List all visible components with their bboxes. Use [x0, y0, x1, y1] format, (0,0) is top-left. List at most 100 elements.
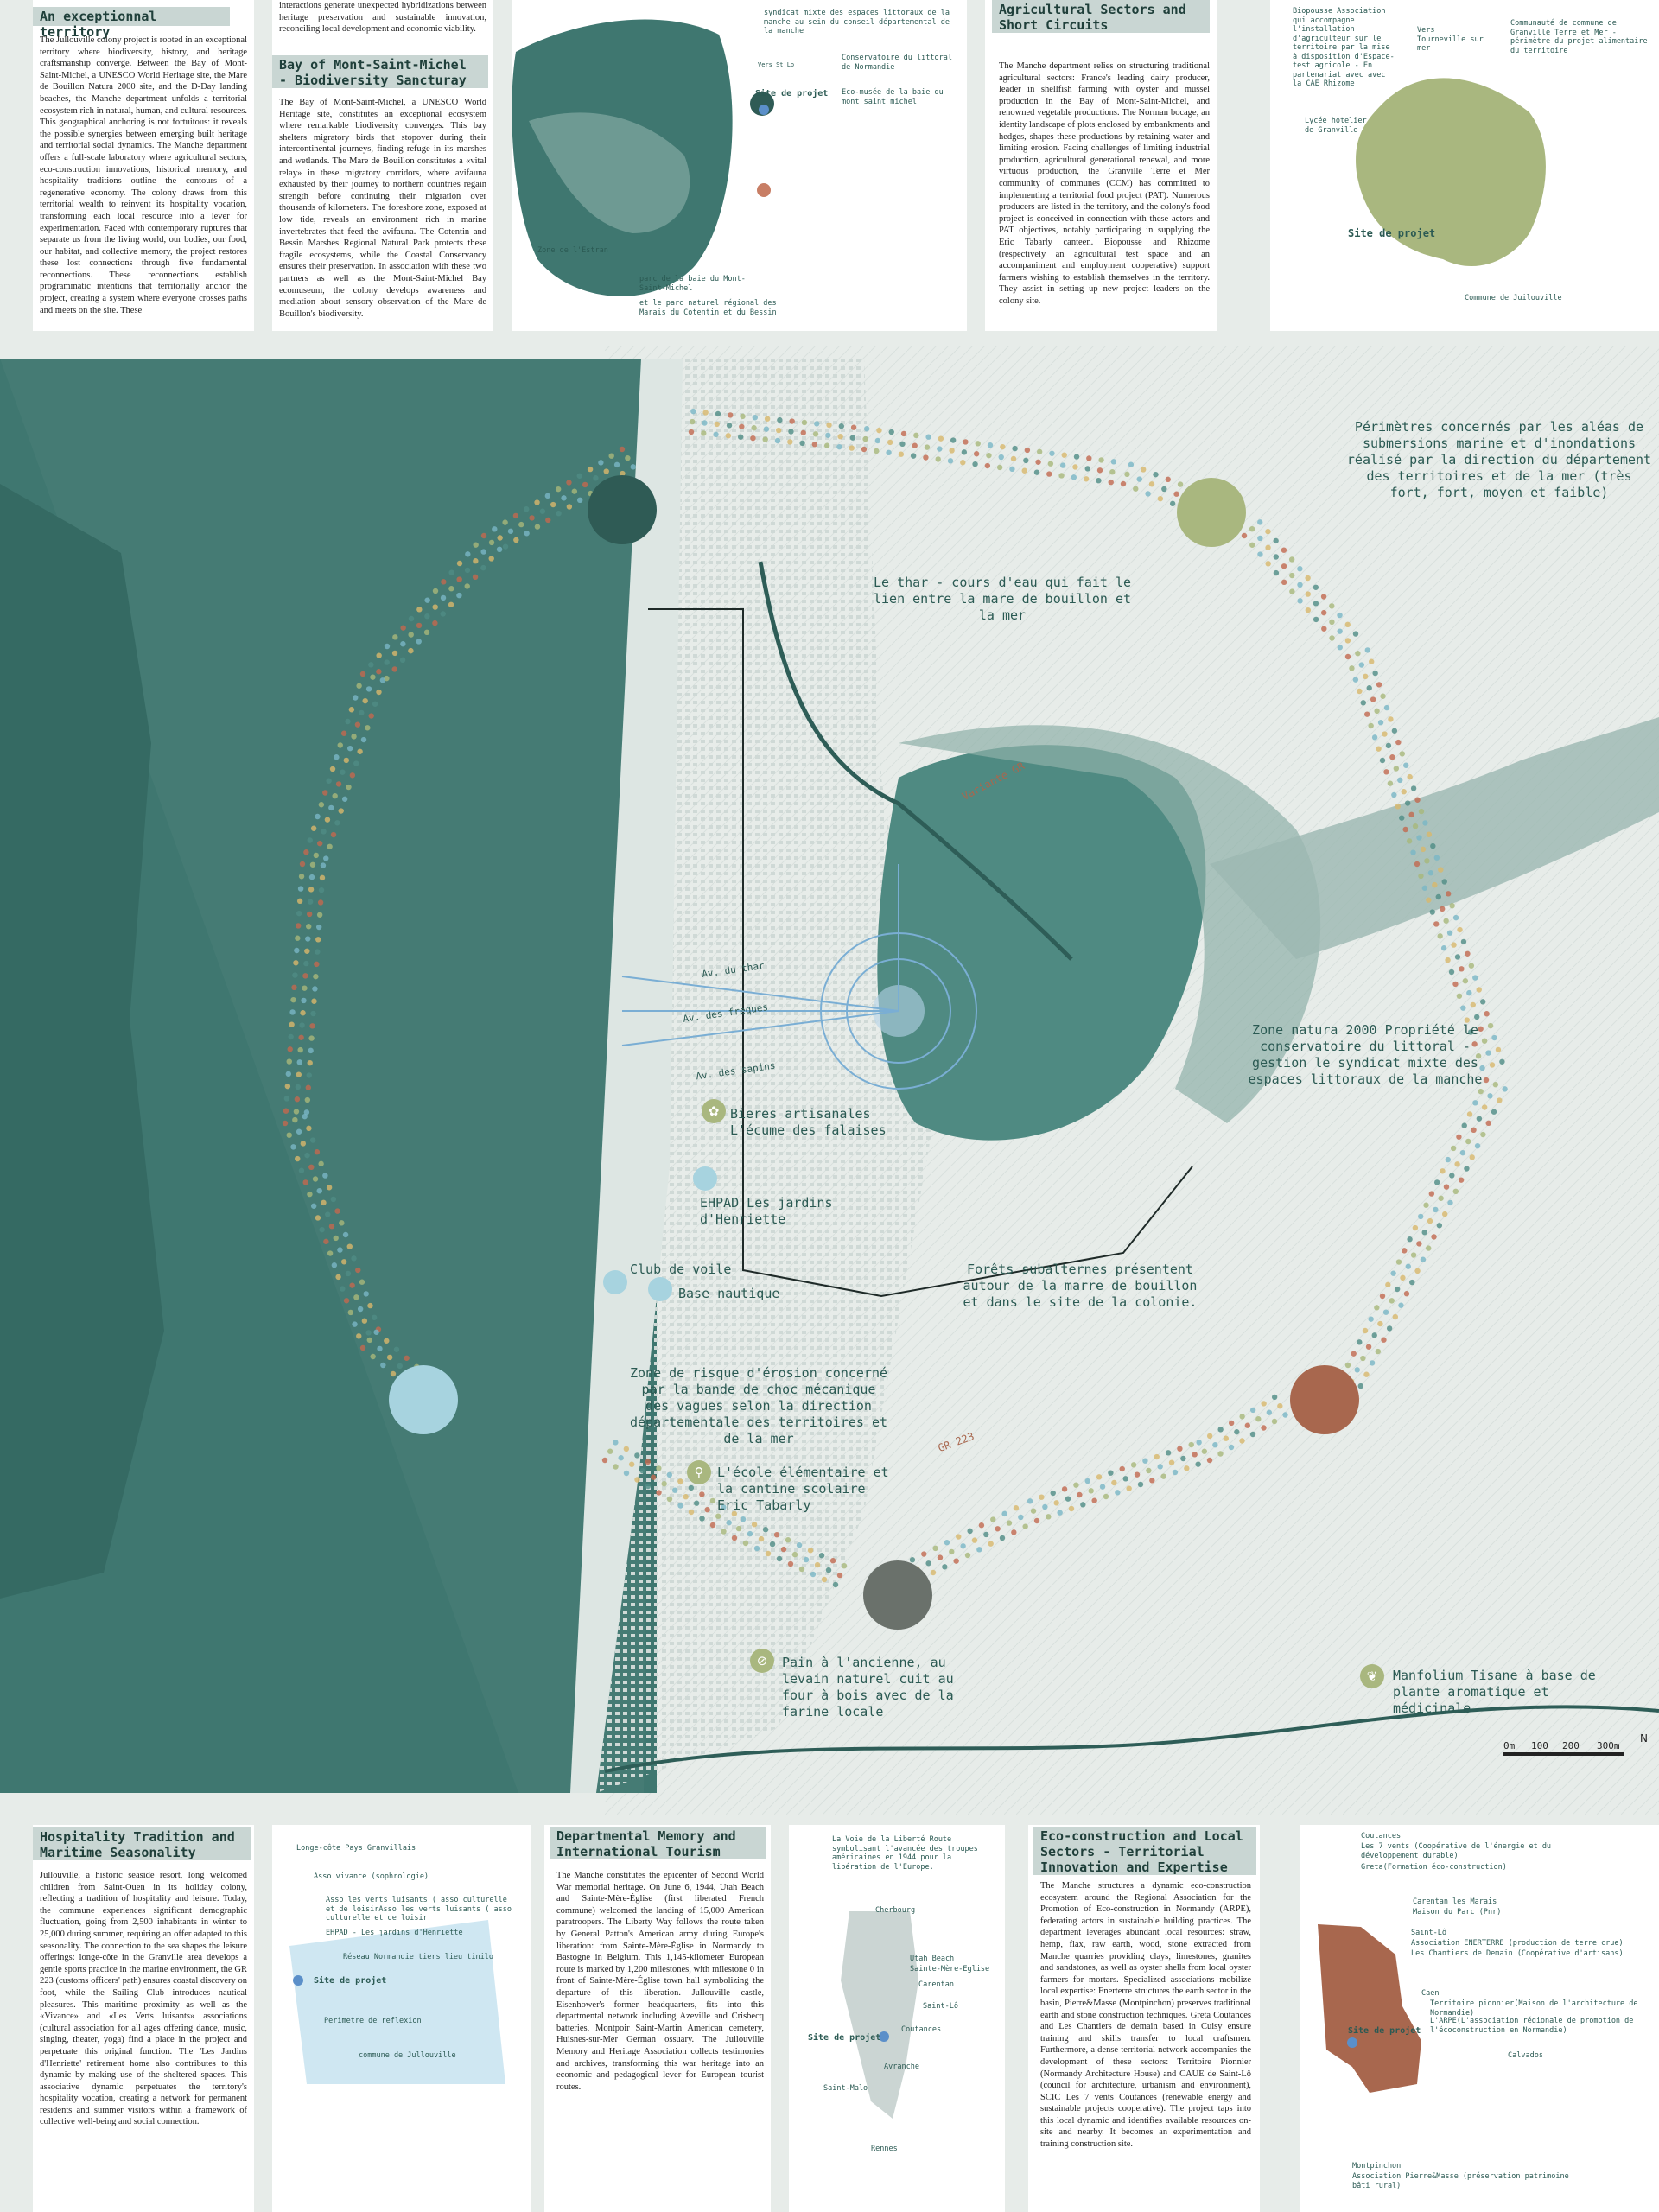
arc-dot [306, 911, 313, 918]
arc-dot [318, 802, 325, 808]
arc-dot [836, 1572, 843, 1579]
arc-dot [688, 1484, 695, 1491]
arc-dot [1201, 1448, 1208, 1454]
arc-dot [837, 434, 843, 440]
arc-dot [1142, 1458, 1148, 1464]
arc-dot [932, 1545, 938, 1552]
circle-sea-dark [588, 475, 657, 544]
arc-dot [1146, 1467, 1152, 1474]
arc-dot [990, 1516, 996, 1522]
arc-dot [645, 1459, 652, 1465]
arc-dot [316, 840, 323, 847]
arc-dot [1351, 1351, 1357, 1357]
arc-dot [1485, 1120, 1491, 1127]
arc-dot [1154, 1453, 1160, 1460]
arc-dot [298, 1167, 305, 1173]
arc-dot [825, 1567, 832, 1573]
arc-dot [315, 924, 322, 931]
label-thar: Le thar - cours d'eau qui fait le lien e… [873, 575, 1131, 623]
arc-dot [351, 1255, 357, 1262]
arc-dot [282, 1120, 289, 1127]
arc-dot [964, 1552, 971, 1559]
arc-dot [1440, 906, 1446, 912]
arc-dot [1385, 1281, 1391, 1288]
arc-dot [1395, 739, 1402, 746]
arc-dot [307, 1191, 313, 1198]
agri-label-ccm: Communauté de commune de Granville Terre… [1510, 19, 1648, 55]
arc-dot [524, 506, 530, 512]
memory-label-4: Carentan [918, 1980, 954, 1989]
arc-dot [309, 1137, 316, 1143]
arc-dot [1363, 673, 1369, 680]
arc-dot [291, 984, 297, 991]
arc-dot [354, 721, 361, 728]
arc-dot [886, 449, 892, 456]
scale-bar: 0m 100 200 300m [1503, 1740, 1624, 1756]
arc-dot [337, 742, 343, 748]
arc-dot [699, 1516, 705, 1522]
arc-dot [534, 499, 540, 505]
arc-dot [370, 1353, 376, 1360]
arc-dot [1036, 448, 1043, 455]
arc-dot [961, 449, 968, 455]
arc-dot [1418, 808, 1425, 815]
arc-dot [1126, 1485, 1132, 1491]
arc-dot [340, 769, 346, 775]
arc-dot [368, 662, 374, 668]
arc-dot [666, 1496, 673, 1503]
arc-dot [998, 454, 1004, 461]
eco-label-10: L'ARPE(L'association régionale de promot… [1430, 2017, 1634, 2035]
arc-dot [283, 1096, 290, 1102]
arc-dot [988, 1541, 994, 1547]
scale-300: 300m [1597, 1740, 1620, 1751]
arc-dot [836, 443, 842, 450]
arc-dot [953, 1558, 959, 1564]
arc-dot [803, 1556, 810, 1563]
arc-dot [1058, 473, 1065, 479]
arc-dot [1408, 811, 1414, 818]
memory-label-1: Cherbourg [875, 1906, 916, 1915]
arc-dot [773, 1532, 780, 1538]
arc-dot [971, 1537, 978, 1543]
arc-dot [1368, 722, 1374, 729]
arc-dot [408, 647, 414, 654]
arc-dot [1053, 1500, 1059, 1506]
arc-dot [340, 1259, 347, 1265]
arc-dot [976, 1547, 982, 1553]
arc-dot [849, 435, 856, 441]
arc-dot [1349, 665, 1355, 671]
eco-label-11: Calvados [1508, 2051, 1543, 2060]
arc-dot [416, 607, 423, 613]
arc-dot [456, 576, 462, 582]
label-erosion: Zone de risque d'érosion concerné par la… [629, 1365, 887, 1446]
arc-dot [1421, 1230, 1427, 1236]
arc-dot [1429, 909, 1435, 915]
arc-dot [1022, 1523, 1028, 1529]
eco-label-4: Maison du Parc (Pnr) [1413, 1908, 1502, 1916]
hosp-label-perimetre: Perimetre de reflexion [324, 2017, 422, 2025]
arc-dot [1381, 1337, 1387, 1343]
arc-dot [1160, 1473, 1166, 1479]
arc-dot [404, 1355, 410, 1361]
arc-dot [693, 1500, 700, 1506]
arc-dot [1091, 1497, 1097, 1503]
arc-dot [321, 1199, 327, 1206]
arc-dot [1337, 628, 1343, 634]
arc-dot [1177, 481, 1184, 487]
arc-dot [1313, 584, 1319, 590]
arc-dot [393, 1346, 400, 1352]
arc-dot [1188, 1441, 1194, 1448]
arc-dot [289, 1009, 296, 1015]
arc-dot [561, 495, 567, 501]
arc-dot [1071, 474, 1077, 480]
arc-dot [339, 1220, 345, 1226]
arc-dot [308, 887, 315, 893]
arc-dot [1217, 1427, 1224, 1433]
arc-dot [963, 439, 969, 445]
arc-dot [630, 464, 636, 470]
arc-dot [1173, 491, 1179, 497]
arc-dot [1418, 873, 1424, 880]
agri-label-lycee: Lycée hotelier de Granville [1305, 117, 1367, 135]
arc-dot [1337, 612, 1343, 619]
eco-label-0: Coutances [1361, 1832, 1402, 1840]
